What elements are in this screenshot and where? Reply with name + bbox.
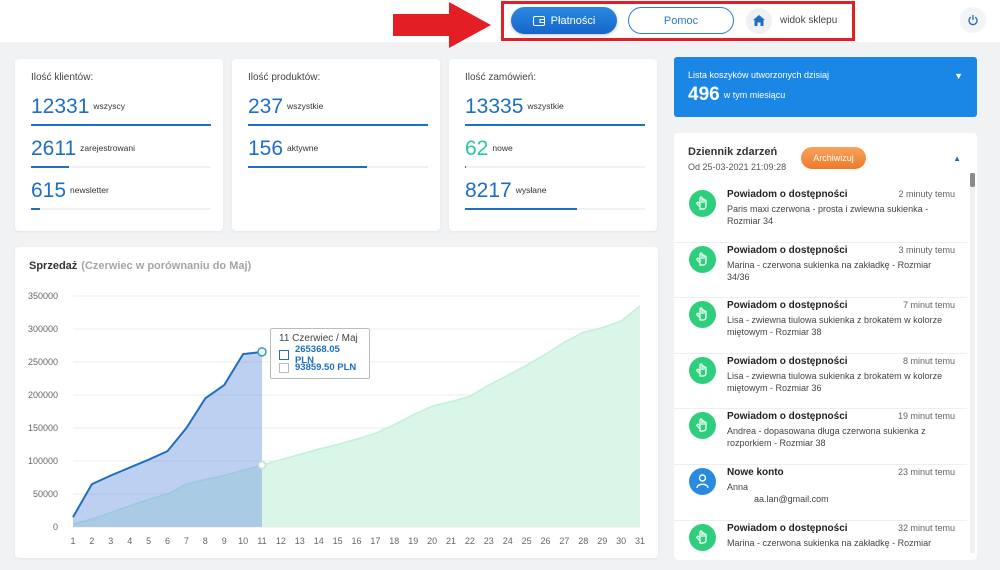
x-tick-label: 2	[89, 536, 94, 546]
tooltip-previous-value: 93859.50 PLN	[295, 362, 357, 373]
x-tick-label: 6	[165, 536, 170, 546]
x-tick-label: 1	[70, 536, 75, 546]
x-tick-label: 26	[540, 536, 550, 546]
checkbox-icon[interactable]	[279, 349, 289, 360]
x-tick-label: 8	[203, 536, 208, 546]
x-tick-label: 25	[522, 536, 532, 546]
x-tick-label: 21	[446, 536, 456, 546]
tooltip-title: 11 Czerwiec / Maj	[279, 333, 358, 344]
y-tick-label: 0	[53, 522, 58, 532]
chart-tooltip: 11 Czerwiec / Maj 265368.05 PLN 93859.50…	[270, 328, 370, 379]
x-tick-label: 23	[484, 536, 494, 546]
x-tick-label: 24	[503, 536, 513, 546]
tooltip-previous-row: 93859.50 PLN	[279, 361, 361, 374]
y-tick-label: 250000	[28, 357, 58, 367]
x-tick-label: 30	[616, 536, 626, 546]
x-tick-label: 15	[333, 536, 343, 546]
y-tick-label: 350000	[28, 291, 58, 301]
x-tick-label: 10	[238, 536, 248, 546]
y-tick-label: 100000	[28, 456, 58, 466]
x-tick-label: 9	[222, 536, 227, 546]
x-tick-label: 28	[578, 536, 588, 546]
x-tick-label: 5	[146, 536, 151, 546]
x-tick-label: 19	[408, 536, 418, 546]
x-tick-label: 18	[389, 536, 399, 546]
x-tick-label: 12	[276, 536, 286, 546]
x-tick-label: 14	[314, 536, 324, 546]
highlight-point-current	[257, 347, 267, 357]
x-tick-label: 16	[351, 536, 361, 546]
x-tick-label: 11	[257, 536, 266, 546]
x-tick-label: 17	[370, 536, 380, 546]
y-tick-label: 200000	[28, 390, 58, 400]
x-tick-label: 3	[108, 536, 113, 546]
y-tick-label: 150000	[28, 423, 58, 433]
x-tick-label: 20	[427, 536, 437, 546]
series-area-current	[73, 351, 262, 527]
x-tick-label: 22	[465, 536, 475, 546]
x-tick-label: 27	[559, 536, 569, 546]
y-tick-label: 300000	[28, 324, 58, 334]
sales-chart: 0 50000 100000 150000 200000 250000 300000 3500…	[28, 291, 645, 546]
x-tick-label: 13	[295, 536, 305, 546]
x-tick-label: 31	[635, 536, 645, 546]
checkbox-icon[interactable]	[279, 362, 289, 373]
highlight-point-previous	[257, 460, 267, 470]
tooltip-current-row: 265368.05 PLN	[279, 344, 361, 366]
x-tick-label: 29	[597, 536, 607, 546]
x-tick-label: 7	[184, 536, 189, 546]
y-tick-label: 50000	[33, 489, 58, 499]
x-tick-label: 4	[127, 536, 132, 546]
